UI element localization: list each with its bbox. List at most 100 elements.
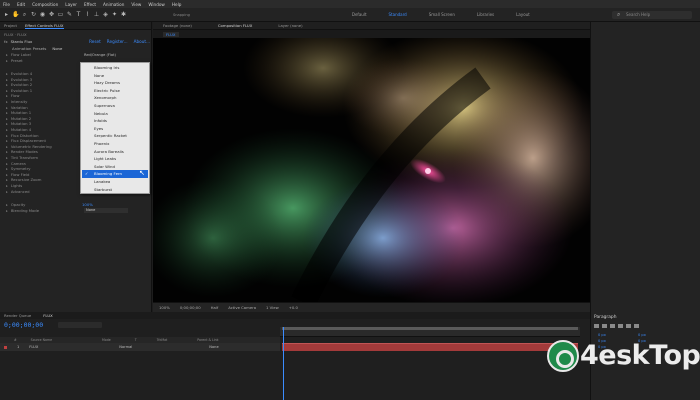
tab-effect[interactable]: Effect Controls FLUX <box>25 23 64 29</box>
property-variation[interactable]: Variation <box>6 105 28 110</box>
rotate-icon[interactable]: ↻ <box>30 11 37 18</box>
property-flow-label[interactable]: Flow Label <box>6 52 31 57</box>
timeline-tab-flux[interactable]: FLUX <box>43 313 53 318</box>
paragraph-indent-value-1[interactable]: 0 px <box>598 333 606 337</box>
snapping-label[interactable]: Snapping <box>173 13 190 17</box>
property-mutation-3[interactable]: Mutation 3 <box>6 121 31 126</box>
hand-icon[interactable]: ✋ <box>12 11 19 18</box>
property-opacity[interactable]: Opacity <box>6 202 26 207</box>
layer-mode[interactable]: Normal <box>119 345 159 349</box>
property-mutation-4[interactable]: Mutation 4 <box>6 127 31 132</box>
viewer-tab-layer[interactable]: Layer (none) <box>278 23 302 28</box>
effect-link-reset[interactable]: Reset <box>89 39 101 44</box>
layer-duration-bar[interactable] <box>282 343 578 351</box>
property-preset[interactable]: Preset <box>6 58 23 63</box>
paragraph-align-button-5[interactable] <box>626 324 631 328</box>
dropdown-item-none[interactable]: None <box>82 72 148 80</box>
menu-animation[interactable]: Animation <box>103 2 124 7</box>
camera-icon[interactable]: ◉ <box>39 11 46 18</box>
viewer-subtab[interactable]: FLUX <box>163 32 179 37</box>
menu-help[interactable]: Help <box>172 2 182 7</box>
viewer-control-4[interactable]: 1 View <box>266 305 279 310</box>
property-evolution-2[interactable]: Evolution 2 <box>6 82 32 87</box>
dropdown-item-supernova[interactable]: Supernova <box>82 102 148 110</box>
timecode-display[interactable]: 0;00;00;00 <box>4 321 43 329</box>
paragraph-align-button-2[interactable] <box>602 324 607 328</box>
workspace-default[interactable]: Default <box>352 12 367 17</box>
property-render-modes[interactable]: Render Modes <box>6 149 38 154</box>
blending-mode-select[interactable]: None <box>84 208 128 213</box>
property-flux-displacement[interactable]: Flux Displacement <box>6 138 46 143</box>
property-camera[interactable]: Camera <box>6 161 26 166</box>
paragraph-align-button-4[interactable] <box>618 324 623 328</box>
property-flow-field[interactable]: Flow Field <box>6 172 30 177</box>
dropdown-item-eyes[interactable]: Eyes <box>82 125 148 133</box>
dropdown-item-nebula[interactable]: Nebula <box>82 110 148 118</box>
viewer-control-2[interactable]: Half <box>211 305 219 310</box>
menu-layer[interactable]: Layer <box>65 2 77 7</box>
dropdown-item-blooming-iris[interactable]: Blooming Iris <box>82 64 148 72</box>
property-tint-transform[interactable]: Tint Transform <box>6 155 38 160</box>
eraser-icon[interactable]: ◈ <box>102 11 109 18</box>
arrow-icon[interactable]: ▸ <box>3 11 10 18</box>
layer-row[interactable]: 1 FLUX Normal None <box>0 343 280 351</box>
menu-view[interactable]: View <box>131 2 141 7</box>
zoom-icon[interactable]: ⌕ <box>21 11 28 18</box>
paragraph-align-button-6[interactable] <box>634 324 639 328</box>
dropdown-item-phoenix[interactable]: Phoenix <box>82 140 148 148</box>
property-evolution-1[interactable]: Evolution 1 <box>6 88 32 93</box>
playhead[interactable] <box>283 327 284 400</box>
property-flux-distortion[interactable]: Flux Distortion <box>6 133 39 138</box>
menu-effect[interactable]: Effect <box>84 2 96 7</box>
menu-composition[interactable]: Composition <box>32 2 58 7</box>
dropdown-item-hazy-dreams[interactable]: Hazy Dreams <box>82 79 148 87</box>
property-symmetry[interactable]: Symmetry <box>6 166 31 171</box>
dropdown-item-xenomorph[interactable]: Xenomorph <box>82 94 148 102</box>
layer-search-input[interactable] <box>58 322 102 328</box>
layer-name[interactable]: FLUX <box>29 345 89 349</box>
workspace-layout[interactable]: Layout <box>516 12 530 17</box>
effect-link-register[interactable]: Register... <box>107 39 128 44</box>
viewer-tab-composition[interactable]: Composition FLUX <box>218 23 252 28</box>
dropdown-item-lanakea[interactable]: Lanakea <box>82 178 148 186</box>
timeline-tab-render-queue[interactable]: Render Queue <box>4 313 31 318</box>
paragraph-indent-value-2[interactable]: 0 px <box>638 333 646 337</box>
pen-icon[interactable]: ✎ <box>66 11 73 18</box>
dropdown-item-starburst[interactable]: Starburst <box>82 186 148 194</box>
type-icon[interactable]: T <box>75 11 82 18</box>
menu-edit[interactable]: Edit <box>17 2 25 7</box>
paragraph-align-button-1[interactable] <box>594 324 599 328</box>
workspace-standard[interactable]: Standard <box>389 12 407 17</box>
composition-viewer[interactable] <box>153 38 590 302</box>
search-input[interactable]: Search Help <box>612 11 692 19</box>
puppet-icon[interactable]: ✱ <box>120 11 127 18</box>
property-intensity[interactable]: Intensity <box>6 99 28 104</box>
dropdown-item-light-leaks[interactable]: Light Leaks <box>82 155 148 163</box>
dropdown-item-serpentic-racket[interactable]: Serpentic Racket <box>82 132 148 140</box>
viewer-control-0[interactable]: 100% <box>159 305 170 310</box>
tab-project[interactable]: Project <box>4 23 17 28</box>
dropdown-item-infolds[interactable]: Infolds <box>82 117 148 125</box>
property-evolution-4[interactable]: Evolution 4 <box>6 71 32 76</box>
property-evolution-3[interactable]: Evolution 3 <box>6 77 32 82</box>
property-flow[interactable]: Flow <box>6 93 20 98</box>
fx-icon[interactable]: fx <box>4 39 8 44</box>
menu-file[interactable]: File <box>3 2 10 7</box>
dropdown-item-electric-pulse[interactable]: Electric Pulse <box>82 87 148 95</box>
property-recursive-zoom[interactable]: Recursive Zoom <box>6 177 42 182</box>
opacity-value[interactable]: 100% <box>82 202 93 207</box>
workspace-small-screen[interactable]: Small Screen <box>429 12 455 17</box>
viewer-control-3[interactable]: Active Camera <box>228 305 256 310</box>
property-volumetric-rendering[interactable]: Volumetric Rendering <box>6 144 52 149</box>
roto-icon[interactable]: ✦ <box>111 11 118 18</box>
property-mutation-2[interactable]: Mutation 2 <box>6 116 31 121</box>
viewer-tab-footage[interactable]: Footage (none) <box>163 23 192 28</box>
pan-icon[interactable]: ✥ <box>48 11 55 18</box>
animation-presets-select[interactable]: None <box>52 46 62 51</box>
property-mutation-1[interactable]: Mutation 1 <box>6 110 31 115</box>
viewer-control-5[interactable]: +0.0 <box>289 305 298 310</box>
property-lights[interactable]: Lights <box>6 183 22 188</box>
layer-color-label[interactable] <box>4 345 7 349</box>
property-advanced[interactable]: Advanced <box>6 189 30 194</box>
property-blending-mode[interactable]: Blending Mode <box>6 208 39 213</box>
